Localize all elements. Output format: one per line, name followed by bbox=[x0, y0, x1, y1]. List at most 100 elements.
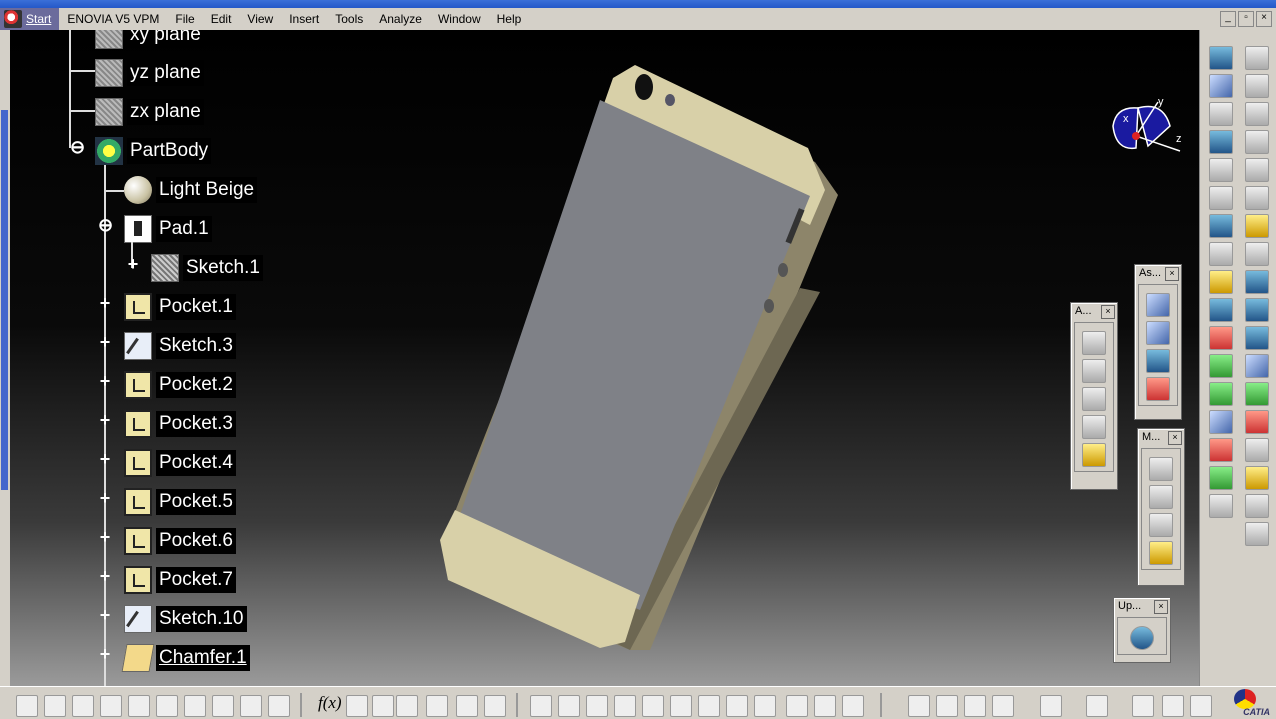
comment-icon[interactable] bbox=[346, 695, 368, 717]
measure-toolbar[interactable]: M... × bbox=[1137, 428, 1185, 586]
iso-view-icon[interactable] bbox=[754, 695, 776, 717]
knowledge-icon[interactable] bbox=[372, 695, 394, 717]
paste-icon[interactable] bbox=[184, 695, 206, 717]
apply-material-icon[interactable] bbox=[1162, 695, 1184, 717]
save-icon[interactable] bbox=[72, 695, 94, 717]
abc-text-icon[interactable] bbox=[1082, 359, 1106, 383]
new-part-icon[interactable] bbox=[1146, 349, 1170, 373]
chamfer-icon[interactable] bbox=[1209, 298, 1233, 322]
pan-icon[interactable] bbox=[586, 695, 608, 717]
parameters-icon[interactable] bbox=[1245, 522, 1269, 546]
camera-icon[interactable] bbox=[1040, 695, 1062, 717]
existing-component-icon[interactable] bbox=[1146, 377, 1170, 401]
menu-view[interactable]: View bbox=[239, 10, 281, 28]
normal-view-icon[interactable] bbox=[698, 695, 720, 717]
mirror-icon[interactable] bbox=[1245, 158, 1269, 182]
fly-mode-icon[interactable] bbox=[530, 695, 552, 717]
symmetry-icon[interactable] bbox=[1245, 130, 1269, 154]
translation-icon[interactable] bbox=[1245, 74, 1269, 98]
fillet-icon[interactable] bbox=[1209, 270, 1233, 294]
update-all-icon[interactable] bbox=[1130, 626, 1154, 650]
shell-icon[interactable] bbox=[1209, 354, 1233, 378]
tree-node-sketch-3[interactable]: Sketch.3 bbox=[124, 331, 236, 361]
catalog-browser-icon[interactable] bbox=[1086, 695, 1108, 717]
union-trim-icon[interactable] bbox=[1245, 382, 1269, 406]
thickness-icon[interactable] bbox=[1209, 382, 1233, 406]
close-icon[interactable]: × bbox=[1168, 431, 1182, 445]
copy-icon[interactable] bbox=[156, 695, 178, 717]
menu-insert[interactable]: Insert bbox=[281, 10, 327, 28]
swap-space-icon[interactable] bbox=[842, 695, 864, 717]
rotation-icon[interactable] bbox=[1245, 102, 1269, 126]
tree-node-pocket-6[interactable]: Pocket.6 bbox=[124, 526, 236, 556]
fit-all-icon[interactable] bbox=[558, 695, 580, 717]
3d-annotation-icon[interactable] bbox=[1082, 415, 1106, 439]
text-annotation-icon[interactable] bbox=[1245, 438, 1269, 462]
text-leader-icon[interactable] bbox=[1082, 331, 1106, 355]
rotate-icon[interactable] bbox=[614, 695, 636, 717]
expand-icon[interactable]: + bbox=[98, 333, 112, 351]
remove-body-icon[interactable] bbox=[1245, 326, 1269, 350]
print-icon[interactable] bbox=[100, 695, 122, 717]
replace-face-icon[interactable] bbox=[1209, 466, 1233, 490]
assemble-icon[interactable] bbox=[1245, 270, 1269, 294]
start-menu[interactable]: Start bbox=[0, 8, 60, 30]
expand-icon[interactable]: + bbox=[98, 606, 112, 624]
multi-section-icon[interactable] bbox=[1209, 242, 1233, 266]
tree-node-pocket-5[interactable]: Pocket.5 bbox=[124, 487, 236, 517]
tree-node-pocket-2[interactable]: Pocket.2 bbox=[124, 370, 236, 400]
axis-system-icon[interactable] bbox=[964, 695, 986, 717]
annotation-plane-icon[interactable] bbox=[1082, 443, 1106, 467]
hierarchy-icon[interactable] bbox=[426, 695, 448, 717]
stiffener-icon[interactable] bbox=[1209, 214, 1233, 238]
undo-icon[interactable] bbox=[212, 695, 234, 717]
multi-view-icon[interactable] bbox=[726, 695, 748, 717]
pattern-icon[interactable] bbox=[1245, 186, 1269, 210]
zoom-out-icon[interactable] bbox=[670, 695, 692, 717]
menu-edit[interactable]: Edit bbox=[203, 10, 240, 28]
rib-icon[interactable] bbox=[1209, 158, 1233, 182]
menu-file[interactable]: File bbox=[167, 10, 202, 28]
menu-tools[interactable]: Tools bbox=[327, 10, 371, 28]
new-file-icon[interactable] bbox=[16, 695, 38, 717]
tree-node-pocket-3[interactable]: Pocket.3 bbox=[124, 409, 236, 439]
hide-show-icon[interactable] bbox=[814, 695, 836, 717]
settings-gear-icon[interactable] bbox=[1245, 46, 1269, 70]
expand-icon[interactable]: + bbox=[98, 645, 112, 663]
bottle-material-icon[interactable] bbox=[1190, 695, 1212, 717]
table-icon[interactable] bbox=[396, 695, 418, 717]
select-arrow-icon[interactable] bbox=[1245, 214, 1269, 238]
manipulation-icon[interactable] bbox=[1149, 541, 1173, 565]
menu-window[interactable]: Window bbox=[430, 10, 489, 28]
open-folder-icon[interactable] bbox=[44, 695, 66, 717]
tree-node-xy-plane[interactable]: xy plane bbox=[95, 30, 204, 50]
remove-lump-icon[interactable] bbox=[1245, 410, 1269, 434]
constraint-icon[interactable] bbox=[1245, 466, 1269, 490]
remove-face-icon[interactable] bbox=[1209, 438, 1233, 462]
measure-between-icon[interactable] bbox=[1149, 457, 1173, 481]
pocket-icon[interactable] bbox=[1209, 74, 1233, 98]
slot-icon[interactable] bbox=[1209, 186, 1233, 210]
menu-analyze[interactable]: Analyze bbox=[371, 10, 430, 28]
expand-icon[interactable]: + bbox=[126, 255, 140, 273]
expand-icon[interactable]: + bbox=[98, 489, 112, 507]
menu-enovia[interactable]: ENOVIA V5 VPM bbox=[59, 10, 167, 28]
plane-system-icon[interactable] bbox=[992, 695, 1014, 717]
close-button[interactable]: × bbox=[1256, 11, 1272, 27]
tree-node-pocket-4[interactable]: Pocket.4 bbox=[124, 448, 236, 478]
pad-icon[interactable] bbox=[1209, 46, 1233, 70]
close-icon[interactable]: × bbox=[1101, 305, 1115, 319]
formula-icon[interactable]: f(x) bbox=[318, 693, 342, 713]
insert-component-icon[interactable] bbox=[1146, 293, 1170, 317]
thread-icon[interactable] bbox=[1209, 410, 1233, 434]
3d-viewport[interactable]: xy plane yz plane zx plane ⊖ PartBody Li… bbox=[10, 30, 1200, 686]
intersect-icon[interactable] bbox=[1245, 354, 1269, 378]
update-toolbar[interactable]: Up... × bbox=[1113, 597, 1171, 663]
zoom-in-icon[interactable] bbox=[642, 695, 664, 717]
menu-help[interactable]: Help bbox=[489, 10, 530, 28]
expand-icon[interactable]: + bbox=[98, 567, 112, 585]
measure-distance-icon[interactable] bbox=[1132, 695, 1154, 717]
minimize-button[interactable]: _ bbox=[1220, 11, 1236, 27]
tree-node-pad[interactable]: Pad.1 bbox=[124, 214, 212, 244]
tree-node-chamfer-1[interactable]: Chamfer.1 bbox=[121, 643, 250, 673]
